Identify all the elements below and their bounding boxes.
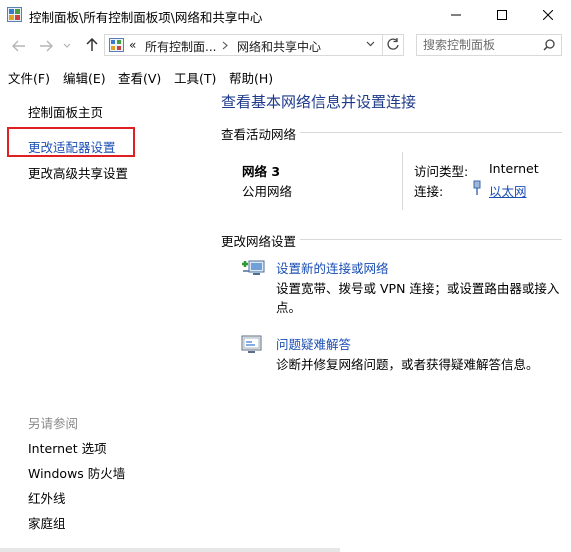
breadcrumb-separator-icon <box>222 41 228 50</box>
address-divider <box>382 35 383 55</box>
breadcrumb-overflow[interactable]: « <box>129 38 136 52</box>
search-input[interactable] <box>423 37 533 53</box>
change-network-settings-label: 更改网络设置 <box>221 234 297 249</box>
setup-new-connection-description: 设置宽带、拨号或 VPN 连接；或设置路由器或接入点。 <box>276 281 560 315</box>
menu-edit[interactable]: 编辑(E) <box>63 68 106 87</box>
see-also-infrared-link[interactable]: 红外线 <box>28 488 66 507</box>
see-also-internet-options-link[interactable]: Internet 选项 <box>28 438 107 457</box>
search-box[interactable] <box>416 34 562 56</box>
ethernet-connection-link[interactable]: 以太网 <box>489 181 527 200</box>
change-adapter-settings-link[interactable]: 更改适配器设置 <box>28 137 116 156</box>
forward-arrow-icon <box>40 40 53 52</box>
section-divider <box>300 239 562 240</box>
control-panel-icon <box>7 7 22 22</box>
menu-file[interactable]: 文件(F) <box>8 68 50 87</box>
setup-new-connection-link[interactable]: 设置新的连接或网络 <box>276 258 389 277</box>
minimize-button[interactable] <box>433 0 479 30</box>
network-type: 公用网络 <box>242 184 293 199</box>
refresh-icon[interactable] <box>386 37 400 51</box>
control-panel-location-icon <box>109 38 124 52</box>
see-also-homegroup-link[interactable]: 家庭组 <box>28 513 66 532</box>
breadcrumb-network-center[interactable]: 网络和共享中心 <box>237 38 321 55</box>
access-type-value: Internet <box>489 161 539 176</box>
new-connection-icon <box>242 260 265 275</box>
title-bar: 控制面板\所有控制面板项\网络和共享中心 <box>0 0 571 30</box>
see-also-firewall-link[interactable]: Windows 防火墙 <box>28 463 125 482</box>
forward-button[interactable] <box>37 38 55 54</box>
network-info-divider <box>402 152 403 210</box>
maximize-icon <box>497 10 507 20</box>
see-also-title: 另请参阅 <box>28 416 79 431</box>
section-divider <box>300 132 562 133</box>
access-type-label: 访问类型: <box>414 164 469 179</box>
troubleshoot-icon <box>241 335 262 353</box>
address-bar[interactable]: « 所有控制面... 网络和共享中心 <box>104 34 404 56</box>
connections-label: 连接: <box>414 184 444 199</box>
page-heading: 查看基本网络信息并设置连接 <box>221 93 417 111</box>
back-button[interactable] <box>10 38 28 54</box>
menu-view[interactable]: 查看(V) <box>118 68 161 87</box>
control-panel-home-link[interactable]: 控制面板主页 <box>28 102 103 121</box>
menu-bar: 文件(F) 编辑(E) 查看(V) 工具(T) 帮助(H) <box>0 65 571 87</box>
troubleshoot-problems-link[interactable]: 问题疑难解答 <box>276 334 351 353</box>
active-networks-label: 查看活动网络 <box>221 127 297 142</box>
maximize-button[interactable] <box>479 0 525 30</box>
close-icon <box>543 10 553 20</box>
breadcrumb-all-items[interactable]: 所有控制面... <box>145 38 216 55</box>
ethernet-icon <box>473 180 481 195</box>
up-arrow-icon <box>86 38 98 51</box>
minimize-icon <box>451 14 461 16</box>
close-button[interactable] <box>525 0 571 30</box>
menu-tools[interactable]: 工具(T) <box>174 68 216 87</box>
window-bottom-edge <box>0 548 340 552</box>
recent-locations-button[interactable] <box>62 38 72 54</box>
advanced-sharing-settings-link[interactable]: 更改高级共享设置 <box>28 163 128 182</box>
back-arrow-icon <box>12 40 25 52</box>
search-icon[interactable] <box>543 39 555 51</box>
address-dropdown-icon[interactable] <box>366 41 375 47</box>
troubleshoot-problems-description: 诊断并修复网络问题，或者获得疑难解答信息。 <box>276 357 539 372</box>
window-title: 控制面板\所有控制面板项\网络和共享中心 <box>29 10 263 25</box>
menu-help[interactable]: 帮助(H) <box>229 68 273 87</box>
chevron-down-icon <box>63 43 71 48</box>
network-name: 网络 3 <box>242 164 281 179</box>
up-button[interactable] <box>83 37 101 53</box>
